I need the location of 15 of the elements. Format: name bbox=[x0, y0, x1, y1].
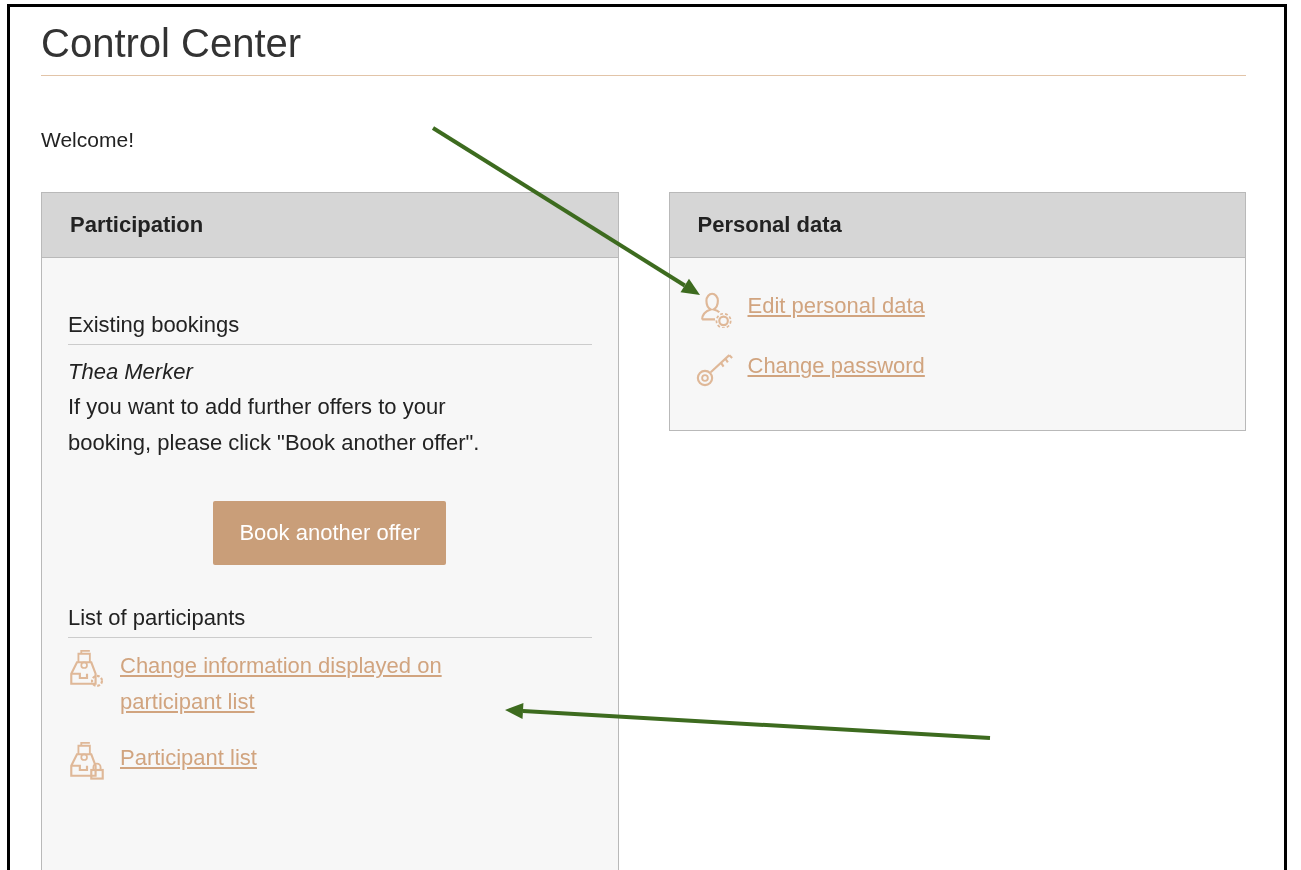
link[interactable]: Change password bbox=[747, 348, 925, 384]
archive-gear-icon bbox=[68, 648, 106, 688]
booking-name: Thea Merker bbox=[68, 358, 195, 386]
panel-header: Participation bbox=[42, 193, 618, 258]
section-heading: List of participants bbox=[68, 605, 592, 638]
link[interactable]: Edit personal data bbox=[747, 288, 925, 324]
link[interactable]: Participant list bbox=[120, 740, 257, 776]
link[interactable]: Change information displayed on participant list bbox=[120, 648, 520, 720]
welcome-text: Welcome! bbox=[41, 128, 135, 152]
book-offer-button[interactable]: Book another offer bbox=[213, 501, 447, 565]
archive-lock-icon bbox=[68, 740, 106, 780]
page-title: Control Center bbox=[41, 19, 1246, 76]
section-heading: Existing bookings bbox=[68, 312, 592, 345]
panel-header: Personal data bbox=[669, 193, 1245, 258]
info-text: If you want to add further offers to your booking, please click "Book another offer". bbox=[68, 393, 481, 457]
